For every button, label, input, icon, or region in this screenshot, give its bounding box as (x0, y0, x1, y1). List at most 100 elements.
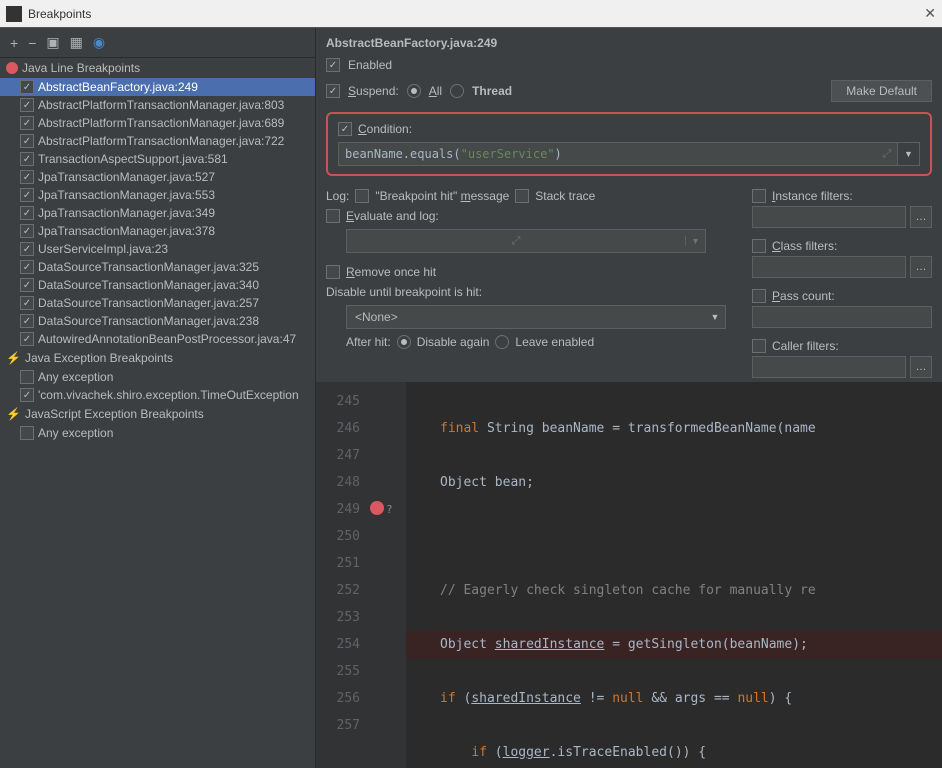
pass-count-checkbox[interactable] (752, 289, 766, 303)
checkbox[interactable] (20, 134, 34, 148)
group-js-exception-breakpoints[interactable]: ⚡ JavaScript Exception Breakpoints (0, 404, 315, 424)
checkbox[interactable] (20, 206, 34, 220)
tree-item-label: JpaTransactionManager.java:378 (38, 224, 215, 238)
instance-filters-browse-button[interactable]: … (910, 206, 932, 228)
instance-filters-checkbox[interactable] (752, 189, 766, 203)
add-button[interactable]: + (10, 35, 18, 51)
chevron-down-icon[interactable]: ▼ (685, 236, 705, 246)
checkbox[interactable] (20, 224, 34, 238)
expand-icon[interactable]: ⤢ (506, 235, 526, 248)
tree-item[interactable]: UserServiceImpl.java:23 (0, 240, 315, 258)
view-options-icon[interactable]: ◉ (93, 34, 105, 51)
view-group-by-file-icon[interactable]: ▦ (70, 34, 83, 51)
suspend-checkbox[interactable] (326, 84, 340, 98)
tree-item[interactable]: AbstractPlatformTransactionManager.java:… (0, 132, 315, 150)
condition-input-wrap[interactable]: beanName.equals("userService") ⤢ ▼ (338, 142, 920, 166)
bp-hit-checkbox[interactable] (355, 189, 369, 203)
checkbox[interactable] (20, 332, 34, 346)
stack-trace-label: Stack trace (535, 189, 595, 203)
checkbox[interactable] (20, 188, 34, 202)
tree-item[interactable]: DataSourceTransactionManager.java:325 (0, 258, 315, 276)
checkbox[interactable] (20, 314, 34, 328)
checkbox[interactable] (20, 80, 34, 94)
breakpoints-tree[interactable]: Java Line Breakpoints AbstractBeanFactor… (0, 58, 315, 768)
eval-log-input[interactable]: ⤢ ▼ (346, 229, 706, 253)
tree-item-label: Any exception (38, 426, 113, 440)
tree-item[interactable]: JpaTransactionManager.java:349 (0, 204, 315, 222)
breakpoint-icon[interactable] (370, 501, 384, 515)
enabled-checkbox[interactable] (326, 58, 340, 72)
class-filters-input[interactable] (752, 256, 906, 278)
tree-item[interactable]: AbstractBeanFactory.java:249 (0, 78, 315, 96)
caller-filters-input[interactable] (752, 356, 906, 378)
breakpoint-header: AbstractBeanFactory.java:249 (316, 28, 942, 54)
tree-item[interactable]: JpaTransactionManager.java:553 (0, 186, 315, 204)
checkbox[interactable] (20, 278, 34, 292)
chevron-down-icon[interactable]: ▼ (705, 312, 725, 322)
condition-checkbox[interactable] (338, 122, 352, 136)
class-filters-checkbox[interactable] (752, 239, 766, 253)
checkbox[interactable] (20, 296, 34, 310)
chevron-down-icon[interactable]: ▼ (897, 143, 919, 165)
checkbox[interactable] (20, 116, 34, 130)
tree-item-label: UserServiceImpl.java:23 (38, 242, 168, 256)
disable-until-combo[interactable]: <None> ▼ (346, 305, 726, 329)
group-label: JavaScript Exception Breakpoints (25, 407, 204, 421)
group-java-line-breakpoints[interactable]: Java Line Breakpoints (0, 58, 315, 78)
checkbox[interactable] (20, 152, 34, 166)
settings-right: Instance filters: … Class filters: … Pas… (752, 186, 932, 378)
suspend-label: SSuspend:uspend: (348, 84, 399, 98)
checkbox[interactable] (20, 260, 34, 274)
settings-area: Log: "Breakpoint hit" message Stack trac… (316, 182, 942, 382)
remove-once-checkbox[interactable] (326, 265, 340, 279)
tree-item[interactable]: JpaTransactionManager.java:527 (0, 168, 315, 186)
checkbox[interactable] (20, 98, 34, 112)
stack-trace-checkbox[interactable] (515, 189, 529, 203)
eval-log-label: Evaluate and log: (346, 209, 439, 223)
tree-item[interactable]: Any exception (0, 424, 315, 442)
tree-item[interactable]: 'com.vivachek.shiro.exception.TimeOutExc… (0, 386, 315, 404)
tree-item-label: DataSourceTransactionManager.java:340 (38, 278, 259, 292)
tree-item[interactable]: TransactionAspectSupport.java:581 (0, 150, 315, 168)
caller-filters-label: Caller filters: (772, 339, 839, 353)
tree-item[interactable]: JpaTransactionManager.java:378 (0, 222, 315, 240)
group-label: Java Line Breakpoints (22, 61, 140, 75)
group-java-exception-breakpoints[interactable]: ⚡ Java Exception Breakpoints (0, 348, 315, 368)
condition-section: Condition: beanName.equals("userService"… (326, 112, 932, 176)
checkbox[interactable] (20, 426, 34, 440)
tree-item[interactable]: AbstractPlatformTransactionManager.java:… (0, 96, 315, 114)
tree-item[interactable]: DataSourceTransactionManager.java:238 (0, 312, 315, 330)
condition-input[interactable]: beanName.equals("userService") (339, 143, 877, 165)
tree-item-label: JpaTransactionManager.java:553 (38, 188, 215, 202)
tree-item-label: DataSourceTransactionManager.java:238 (38, 314, 259, 328)
enabled-row: Enabled (316, 54, 942, 76)
view-group-by-icon[interactable]: ▣ (46, 34, 59, 51)
tree-item[interactable]: Any exception (0, 368, 315, 386)
suspend-all-radio[interactable] (407, 84, 421, 98)
tree-item-label: AbstractPlatformTransactionManager.java:… (38, 134, 284, 148)
tree-item[interactable]: DataSourceTransactionManager.java:257 (0, 294, 315, 312)
make-default-button[interactable]: Make Default (831, 80, 932, 102)
checkbox[interactable] (20, 370, 34, 384)
tree-item[interactable]: DataSourceTransactionManager.java:340 (0, 276, 315, 294)
checkbox[interactable] (20, 242, 34, 256)
expand-icon[interactable]: ⤢ (877, 148, 897, 161)
pass-count-input[interactable] (752, 306, 932, 328)
instance-filters-input[interactable] (752, 206, 906, 228)
caller-filters-checkbox[interactable] (752, 339, 766, 353)
class-filters-browse-button[interactable]: … (910, 256, 932, 278)
code-lines[interactable]: final String beanName = transformedBeanN… (406, 382, 942, 768)
breakpoints-tree-panel: + − ▣ ▦ ◉ Java Line Breakpoints Abstract… (0, 28, 316, 768)
tree-item[interactable]: AbstractPlatformTransactionManager.java:… (0, 114, 315, 132)
leave-enabled-radio[interactable] (495, 335, 509, 349)
checkbox[interactable] (20, 388, 34, 402)
disable-again-radio[interactable] (397, 335, 411, 349)
combo-value: <None> (355, 310, 398, 324)
tree-item[interactable]: AutowiredAnnotationBeanPostProcessor.jav… (0, 330, 315, 348)
remove-button[interactable]: − (28, 35, 36, 51)
close-icon[interactable]: ✕ (924, 5, 936, 22)
caller-filters-browse-button[interactable]: … (910, 356, 932, 378)
checkbox[interactable] (20, 170, 34, 184)
eval-log-checkbox[interactable] (326, 209, 340, 223)
suspend-thread-radio[interactable] (450, 84, 464, 98)
